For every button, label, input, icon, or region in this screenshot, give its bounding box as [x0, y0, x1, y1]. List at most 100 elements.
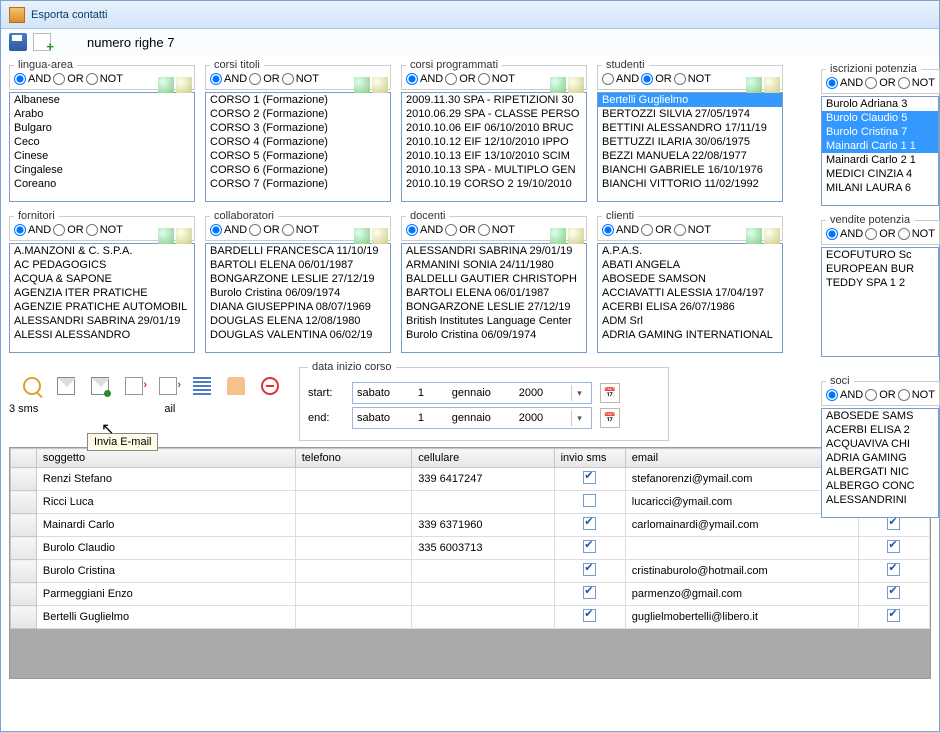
- table-row[interactable]: Bertelli Guglielmoguglielmobertelli@libe…: [11, 606, 930, 629]
- col-invio-sms[interactable]: invio sms: [554, 449, 625, 468]
- radio-and[interactable]: AND: [210, 224, 247, 236]
- list-item[interactable]: ALBERGO CONC: [822, 479, 938, 493]
- wand-add-icon[interactable]: [746, 228, 762, 244]
- wand-edit-icon[interactable]: [568, 77, 584, 93]
- cell-email[interactable]: [625, 537, 858, 560]
- radio-not[interactable]: NOT: [674, 73, 711, 85]
- cell-cellulare[interactable]: [412, 606, 554, 629]
- checkbox[interactable]: [583, 494, 596, 507]
- checkbox[interactable]: [583, 540, 596, 553]
- list-item[interactable]: DIANA GIUSEPPINA 08/07/1969: [206, 300, 390, 314]
- radio-or[interactable]: OR: [53, 224, 84, 236]
- list-item[interactable]: ALESSANDRI SABRINA 29/01/19: [402, 244, 586, 258]
- wand-add-icon[interactable]: [158, 228, 174, 244]
- wand-edit-icon[interactable]: [176, 228, 192, 244]
- list-item[interactable]: ABOSEDE SAMS: [822, 409, 938, 423]
- list-item[interactable]: BIANCHI GABRIELE 16/10/1976: [598, 163, 782, 177]
- cell-mail[interactable]: [858, 537, 929, 560]
- list-item[interactable]: BERTOZZI SILVIA 27/05/1974: [598, 107, 782, 121]
- list-item[interactable]: ARMANINI SONIA 24/11/1980: [402, 258, 586, 272]
- col-soggetto[interactable]: soggetto: [36, 449, 295, 468]
- list-item[interactable]: ADRIA GAMING: [822, 451, 938, 465]
- cell-soggetto[interactable]: Parmeggiani Enzo: [36, 583, 295, 606]
- remove-icon[interactable]: [261, 377, 279, 395]
- list-item[interactable]: EUROPEAN BUR: [822, 262, 938, 276]
- cell-sms[interactable]: [554, 537, 625, 560]
- list-item[interactable]: BETTUZZI ILARIA 30/06/1975: [598, 135, 782, 149]
- list-item[interactable]: BALDELLI GAUTIER CHRISTOPH: [402, 272, 586, 286]
- cell-soggetto[interactable]: Bertelli Guglielmo: [36, 606, 295, 629]
- list-item[interactable]: ACCIAVATTI ALESSIA 17/04/197: [598, 286, 782, 300]
- wand-add-icon[interactable]: [550, 77, 566, 93]
- table-row[interactable]: Burolo Cristinacristinaburolo@hotmail.co…: [11, 560, 930, 583]
- cell-telefono[interactable]: [295, 491, 411, 514]
- list-item[interactable]: 2010.10.12 EIF 12/10/2010 IPPO: [402, 135, 586, 149]
- corner-cell[interactable]: [11, 449, 37, 468]
- cell-soggetto[interactable]: Burolo Claudio: [36, 537, 295, 560]
- radio-and[interactable]: AND: [14, 73, 51, 85]
- titlebar[interactable]: Esporta contatti: [1, 1, 939, 29]
- list-item[interactable]: British Institutes Language Center: [402, 314, 586, 328]
- radio-not[interactable]: NOT: [86, 224, 123, 236]
- export-doc-icon[interactable]: [125, 377, 143, 395]
- list-item[interactable]: TEDDY SPA 1 2: [822, 276, 938, 290]
- list-item[interactable]: ALBERGATI NIC: [822, 465, 938, 479]
- radio-or[interactable]: OR: [249, 73, 280, 85]
- radio-or[interactable]: OR: [641, 73, 672, 85]
- radio-or[interactable]: OR: [865, 228, 896, 240]
- list-item[interactable]: CORSO 4 (Formazione): [206, 135, 390, 149]
- listbox[interactable]: ABOSEDE SAMSACERBI ELISA 2ACQUAVIVA CHIA…: [821, 408, 939, 518]
- cell-sms[interactable]: [554, 606, 625, 629]
- list-item[interactable]: Burolo Cristina 06/09/1974: [206, 286, 390, 300]
- cell-cellulare[interactable]: 339 6417247: [412, 468, 554, 491]
- checkbox[interactable]: [583, 471, 596, 484]
- col-cellulare[interactable]: cellulare: [412, 449, 554, 468]
- listbox[interactable]: ECOFUTURO ScEUROPEAN BURTEDDY SPA 1 2: [821, 247, 939, 357]
- checkbox[interactable]: [583, 586, 596, 599]
- radio-not[interactable]: NOT: [674, 224, 711, 236]
- radio-or[interactable]: OR: [865, 389, 896, 401]
- radio-or[interactable]: OR: [445, 224, 476, 236]
- list-item[interactable]: BONGARZONE LESLIE 27/12/19: [206, 272, 390, 286]
- list-item[interactable]: CORSO 5 (Formazione): [206, 149, 390, 163]
- list-item[interactable]: ABOSEDE SAMSON: [598, 272, 782, 286]
- list-item[interactable]: CORSO 7 (Formazione): [206, 177, 390, 191]
- list-item[interactable]: BONGARZONE LESLIE 27/12/19: [402, 300, 586, 314]
- list-item[interactable]: Coreano: [10, 177, 194, 191]
- list-item[interactable]: ADM Srl: [598, 314, 782, 328]
- checkbox[interactable]: [583, 609, 596, 622]
- chevron-down-icon[interactable]: [571, 410, 587, 426]
- list-item[interactable]: ECOFUTURO Sc: [822, 248, 938, 262]
- list-item[interactable]: BARTOLI ELENA 06/01/1987: [206, 258, 390, 272]
- cell-telefono[interactable]: [295, 514, 411, 537]
- radio-or[interactable]: OR: [53, 73, 84, 85]
- list-item[interactable]: AC PEDAGOGICS: [10, 258, 194, 272]
- table-row[interactable]: Ricci Lucalucaricci@ymail.com: [11, 491, 930, 514]
- wand-edit-icon[interactable]: [764, 228, 780, 244]
- wand-add-icon[interactable]: [550, 228, 566, 244]
- search-icon[interactable]: [23, 377, 41, 395]
- list-item[interactable]: Bertelli Guglielmo: [598, 93, 782, 107]
- list-item[interactable]: 2009.11.30 SPA - RIPETIZIONI 30: [402, 93, 586, 107]
- wand-add-icon[interactable]: [158, 77, 174, 93]
- new-icon[interactable]: [33, 33, 51, 51]
- calendar-icon[interactable]: 📅: [600, 383, 620, 403]
- cell-telefono[interactable]: [295, 583, 411, 606]
- radio-not[interactable]: NOT: [898, 389, 935, 401]
- list-item[interactable]: A.MANZONI & C. S.P.A.: [10, 244, 194, 258]
- wand-edit-icon[interactable]: [568, 228, 584, 244]
- results-grid[interactable]: soggetto telefono cellulare invio sms em…: [9, 447, 931, 679]
- cell-telefono[interactable]: [295, 606, 411, 629]
- listbox[interactable]: BARDELLI FRANCESCA 11/10/19BARTOLI ELENA…: [205, 243, 391, 353]
- list-item[interactable]: MILANI LAURA 6: [822, 181, 938, 195]
- list-icon[interactable]: [193, 377, 211, 395]
- listbox[interactable]: AlbaneseAraboBulgaroCecoCineseCingaleseC…: [9, 92, 195, 202]
- radio-not[interactable]: NOT: [898, 77, 935, 89]
- radio-and[interactable]: AND: [602, 73, 639, 85]
- radio-not[interactable]: NOT: [282, 224, 319, 236]
- list-item[interactable]: 2010.10.13 EIF 13/10/2010 SCIM: [402, 149, 586, 163]
- list-item[interactable]: BEZZI MANUELA 22/08/1977: [598, 149, 782, 163]
- radio-and[interactable]: AND: [826, 77, 863, 89]
- cell-sms[interactable]: [554, 583, 625, 606]
- list-item[interactable]: CORSO 2 (Formazione): [206, 107, 390, 121]
